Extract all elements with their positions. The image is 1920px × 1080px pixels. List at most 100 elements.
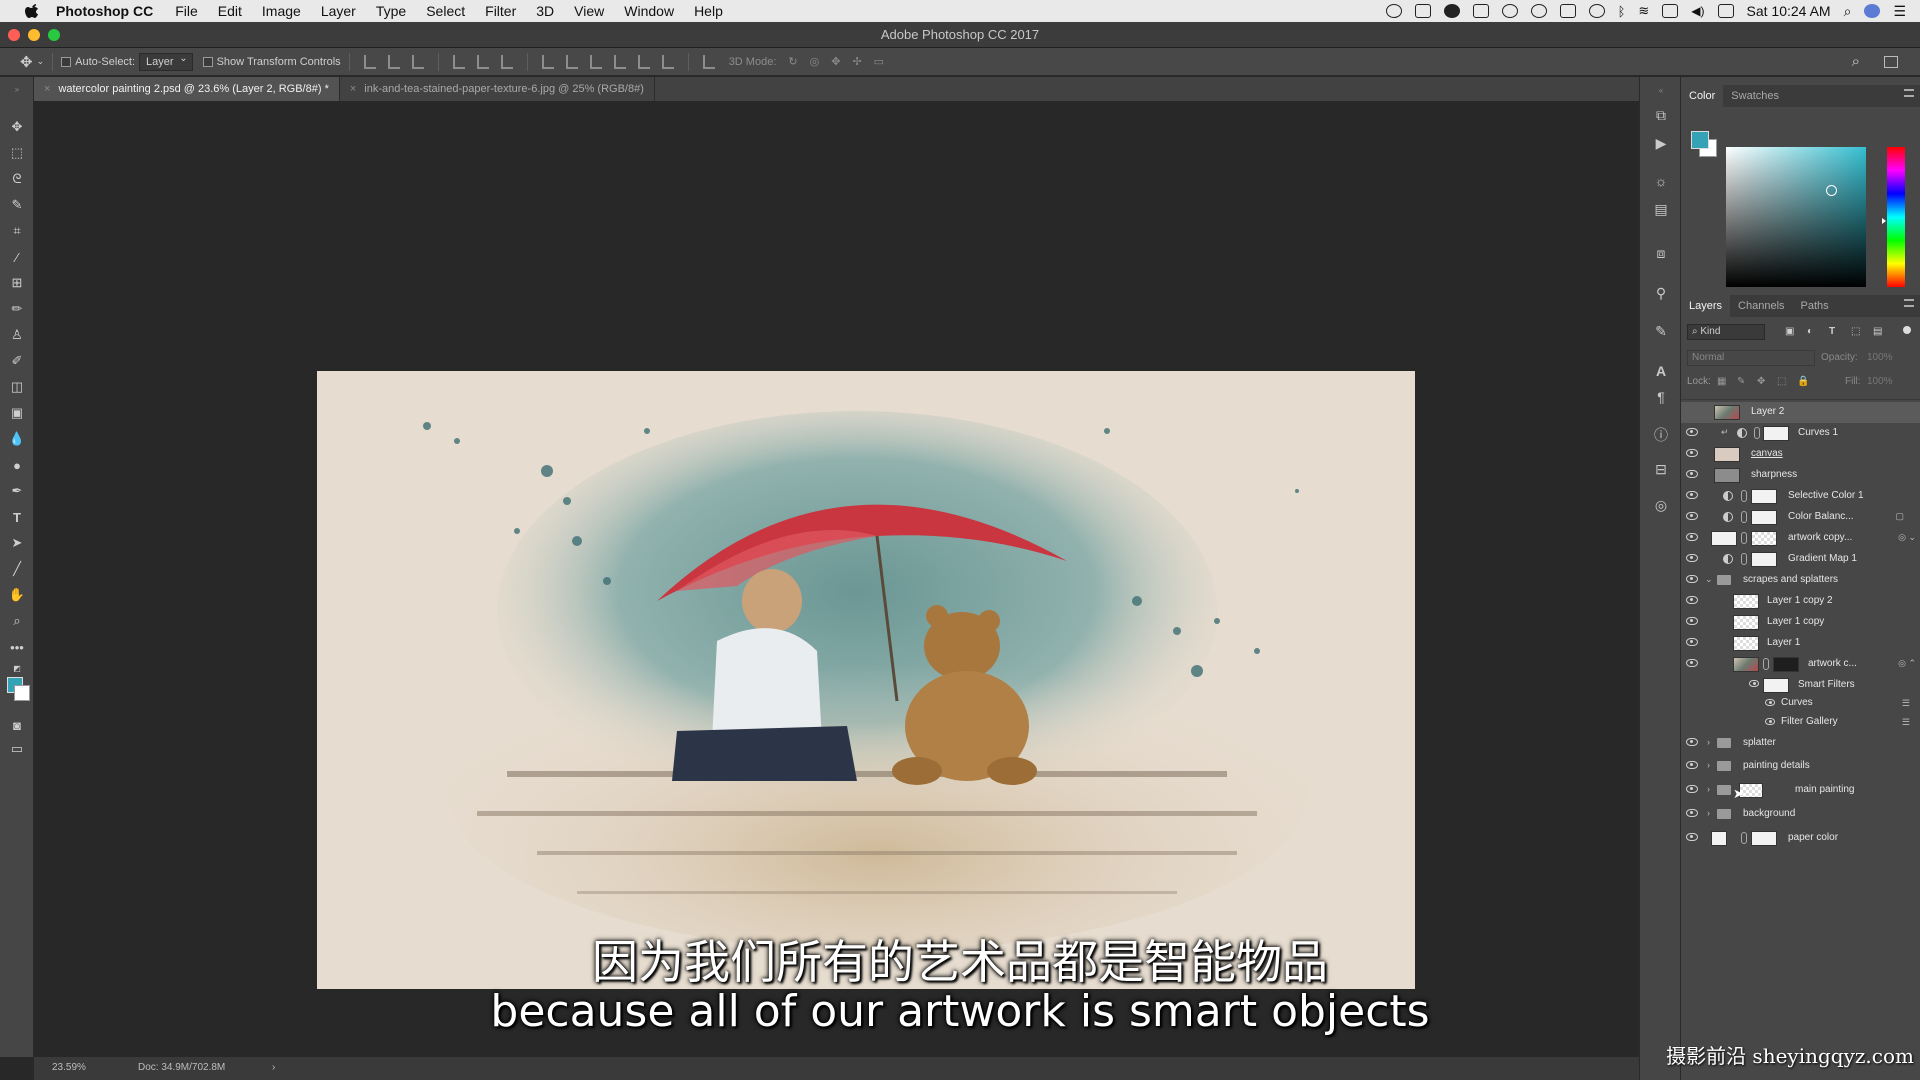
- filter-blending-options-icon[interactable]: ☰: [1902, 717, 1910, 728]
- menu-view[interactable]: View: [574, 3, 604, 19]
- menu-filter[interactable]: Filter: [485, 3, 516, 19]
- layer-row-canvas[interactable]: canvas: [1681, 444, 1920, 465]
- layer-row-layer-2[interactable]: Layer 2: [1681, 402, 1920, 423]
- 3d-scale-icon[interactable]: ▭: [874, 55, 884, 68]
- fill-value[interactable]: 100%: [1867, 376, 1893, 387]
- visibility-eye-icon[interactable]: [1686, 809, 1698, 817]
- menu-type[interactable]: Type: [376, 3, 406, 19]
- panel-menu-icon[interactable]: [1904, 89, 1914, 97]
- layer-row-layer-1-copy[interactable]: Layer 1 copy: [1681, 612, 1920, 633]
- visibility-eye-icon[interactable]: [1686, 638, 1698, 646]
- adjustments-panel-icon[interactable]: ☼: [1652, 173, 1670, 189]
- visibility-eye-icon[interactable]: [1686, 554, 1698, 562]
- grid-icon[interactable]: [1559, 4, 1576, 18]
- tab-color[interactable]: Color: [1681, 85, 1724, 107]
- menu-file[interactable]: File: [175, 3, 198, 19]
- chevron-right-icon[interactable]: ›: [1707, 760, 1710, 770]
- lock-image-icon[interactable]: ✎: [1737, 376, 1745, 387]
- spotlight-icon[interactable]: ⌕: [1844, 3, 1852, 20]
- layer-filter-dropdown[interactable]: ⌕ Kind: [1687, 324, 1765, 340]
- distribute-left-icon[interactable]: [613, 54, 626, 69]
- bluetooth-icon[interactable]: ᛒ: [1618, 4, 1626, 19]
- menu-app-name[interactable]: Photoshop CC: [56, 3, 153, 19]
- volume-icon[interactable]: ◀): [1691, 4, 1704, 18]
- align-left-icon[interactable]: [452, 54, 465, 69]
- smart-filter-filter-gallery[interactable]: Filter Gallery ☰: [1681, 713, 1920, 732]
- menu-select[interactable]: Select: [426, 3, 465, 19]
- filter-adjustment-icon[interactable]: ◐: [1807, 326, 1813, 337]
- close-tab-icon[interactable]: ×: [44, 83, 50, 95]
- visibility-eye-icon[interactable]: [1686, 449, 1698, 457]
- filter-type-icon[interactable]: T: [1829, 326, 1835, 337]
- eyedropper-tool-icon[interactable]: ⁄: [9, 249, 25, 265]
- tab-channels[interactable]: Channels: [1730, 295, 1792, 317]
- visibility-eye-icon[interactable]: [1686, 617, 1698, 625]
- hand-tool-icon[interactable]: ✋: [9, 587, 25, 603]
- 3d-rotate-icon[interactable]: ↻: [788, 55, 797, 68]
- visibility-eye-icon[interactable]: [1686, 596, 1698, 604]
- filter-smart-object-icon[interactable]: ▤: [1873, 326, 1882, 337]
- status-menu-arrow-icon[interactable]: ›: [272, 1062, 275, 1073]
- layer-group-background[interactable]: › background: [1681, 804, 1920, 825]
- auto-select-checkbox[interactable]: [61, 56, 72, 67]
- visibility-eye-icon[interactable]: [1686, 512, 1698, 520]
- smart-filter-badge-icon[interactable]: ◎ ⌃: [1898, 658, 1916, 669]
- screenshot-icon[interactable]: [1414, 4, 1431, 18]
- visibility-eye-icon[interactable]: [1686, 428, 1698, 436]
- distribute-bottom-icon[interactable]: [589, 54, 602, 69]
- distribute-right-icon[interactable]: [661, 54, 674, 69]
- layer-row-layer-1[interactable]: Layer 1: [1681, 633, 1920, 654]
- google-drive-icon[interactable]: [1530, 4, 1547, 18]
- layer-group-splatter[interactable]: › splatter: [1681, 733, 1920, 754]
- auto-select-dropdown[interactable]: Layer: [139, 51, 193, 71]
- layer-group-main-painting[interactable]: › main painting ➤: [1681, 780, 1920, 801]
- panel-menu-icon[interactable]: [1904, 299, 1914, 307]
- layer-row-curves-1[interactable]: ↵ Curves 1: [1681, 423, 1920, 444]
- layer-row-gradient-map-1[interactable]: Gradient Map 1: [1681, 549, 1920, 570]
- align-top-icon[interactable]: [363, 54, 376, 69]
- visibility-eye-icon[interactable]: [1686, 575, 1698, 583]
- brushes-panel-icon[interactable]: ✎: [1652, 323, 1670, 339]
- apple-menu-icon[interactable]: [22, 3, 42, 19]
- info-panel-icon[interactable]: ⓘ: [1652, 427, 1670, 443]
- screen-mode-icon[interactable]: ▭: [9, 741, 25, 757]
- chevron-right-icon[interactable]: ›: [1707, 808, 1710, 818]
- menu-3d[interactable]: 3D: [536, 3, 554, 19]
- visibility-eye-icon[interactable]: [1749, 680, 1759, 687]
- display-icon[interactable]: [1472, 4, 1489, 18]
- evernote-icon[interactable]: [1443, 4, 1460, 18]
- menu-layer[interactable]: Layer: [321, 3, 356, 19]
- paragraph-panel-icon[interactable]: ¶: [1652, 389, 1670, 405]
- creative-cloud-icon[interactable]: [1385, 4, 1402, 18]
- more-tools-icon[interactable]: •••: [9, 639, 25, 655]
- chevron-right-icon[interactable]: ›: [1707, 737, 1710, 747]
- checkmark-icon[interactable]: [1501, 4, 1518, 18]
- search-icon[interactable]: ⌕: [1852, 53, 1860, 70]
- align-horizontal-center-icon[interactable]: [476, 54, 489, 69]
- layer-row-paper-color[interactable]: paper color: [1681, 828, 1920, 849]
- hue-slider[interactable]: [1882, 147, 1905, 287]
- crop-tool-icon[interactable]: ⌗: [9, 223, 25, 239]
- collapse-dock-icon[interactable]: «: [1652, 83, 1670, 99]
- default-colors-icon[interactable]: ◩: [9, 660, 25, 676]
- menu-window[interactable]: Window: [624, 3, 674, 19]
- auto-align-layers-icon[interactable]: [702, 54, 715, 69]
- layer-row-selective-color-1[interactable]: Selective Color 1: [1681, 486, 1920, 507]
- lasso-tool-icon[interactable]: ᘓ: [9, 171, 25, 187]
- chevron-right-icon[interactable]: ›: [1707, 784, 1710, 794]
- filter-blending-options-icon[interactable]: ☰: [1902, 698, 1910, 709]
- distribute-top-icon[interactable]: [541, 54, 554, 69]
- visibility-eye-icon[interactable]: [1765, 718, 1775, 725]
- lock-position-icon[interactable]: ✥: [1757, 376, 1765, 387]
- pen-tool-icon[interactable]: ✒: [9, 483, 25, 499]
- lock-all-icon[interactable]: 🔒: [1797, 376, 1809, 387]
- time-machine-icon[interactable]: [1588, 4, 1605, 18]
- gradient-tool-icon[interactable]: ▣: [9, 405, 25, 421]
- character-panel-icon[interactable]: A: [1652, 363, 1670, 379]
- visibility-eye-icon[interactable]: [1686, 470, 1698, 478]
- tab-layers[interactable]: Layers: [1681, 295, 1731, 317]
- marquee-tool-icon[interactable]: ⬚: [9, 145, 25, 161]
- align-bottom-icon[interactable]: [411, 54, 424, 69]
- user-avatar-icon[interactable]: [1864, 4, 1881, 18]
- airplay-icon[interactable]: [1662, 4, 1679, 18]
